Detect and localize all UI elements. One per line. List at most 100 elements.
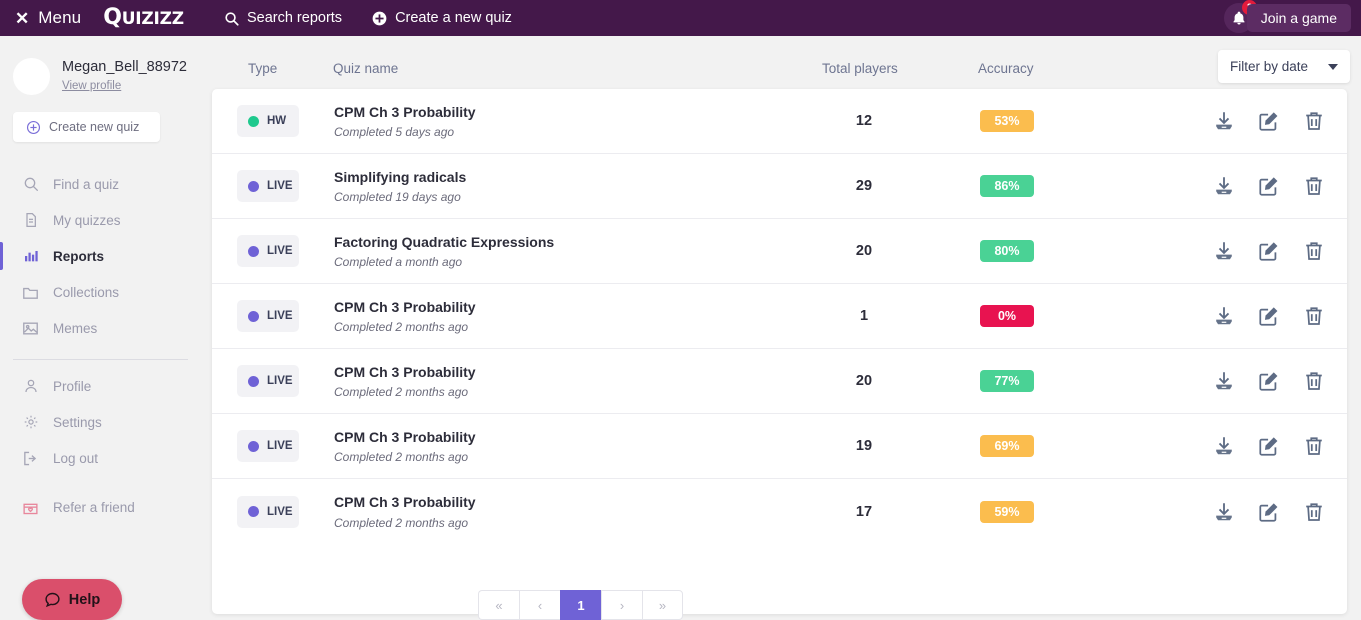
column-header-quiz-name: Quiz name — [333, 60, 399, 76]
delete-icon[interactable] — [1303, 435, 1325, 457]
quiz-name: CPM Ch 3 Probability — [334, 363, 476, 380]
type-badge: LIVE — [237, 430, 299, 462]
table-row[interactable]: LIVE CPM Ch 3 Probability Completed 2 mont… — [212, 479, 1347, 544]
table-row[interactable]: LIVE CPM Ch 3 Probability Completed 2 mont… — [212, 284, 1347, 349]
edit-icon[interactable] — [1258, 435, 1280, 457]
type-badge: LIVE — [237, 365, 299, 397]
table-row[interactable]: LIVE Factoring Quadratic Expressions Compl… — [212, 219, 1347, 284]
sidebar-divider — [13, 359, 188, 360]
type-badge: LIVE — [237, 235, 299, 267]
total-players-value: 17 — [855, 503, 873, 520]
sidebar-item-reports[interactable]: Reports — [0, 238, 200, 274]
top-navigation-bar: ✕ Menu QUIZIZZ Search reports Create a n… — [0, 0, 1361, 36]
pagination-last-button[interactable]: » — [642, 590, 683, 620]
delete-icon[interactable] — [1303, 501, 1325, 523]
pagination-next-button[interactable]: › — [601, 590, 642, 620]
edit-icon[interactable] — [1258, 175, 1280, 197]
image-icon — [22, 320, 39, 337]
type-label: HW — [267, 115, 287, 127]
total-players-value: 29 — [855, 178, 873, 194]
type-badge: LIVE — [237, 495, 299, 528]
sidebar-item-profile[interactable]: Profile — [0, 368, 200, 404]
total-players-value: 20 — [855, 243, 873, 259]
quiz-name: CPM Ch 3 Probability — [334, 428, 476, 445]
sidebar-navigation: Find a quiz My quizzes Reports Collectio… — [0, 166, 200, 525]
edit-icon[interactable] — [1258, 110, 1280, 132]
chevron-down-icon — [1328, 63, 1338, 70]
sidebar-item-refer-a-friend[interactable]: Refer a friend — [0, 489, 200, 525]
pagination-page-1[interactable]: 1 — [560, 590, 601, 620]
edit-icon[interactable] — [1258, 501, 1280, 523]
edit-icon[interactable] — [1258, 305, 1280, 327]
sidebar-item-label: My quizzes — [53, 212, 121, 228]
delete-icon[interactable] — [1303, 175, 1325, 197]
filter-by-date-dropdown[interactable]: Filter by date — [1218, 50, 1350, 83]
pagination-prev-button[interactable]: ‹ — [519, 590, 560, 620]
row-actions — [1213, 240, 1325, 262]
sidebar-item-my-quizzes[interactable]: My quizzes — [0, 202, 200, 238]
sidebar-item-log-out[interactable]: Log out — [0, 440, 200, 476]
table-row[interactable]: LIVE Simplifying radicals Completed 19 day… — [212, 154, 1347, 219]
table-row[interactable]: LIVE CPM Ch 3 Probability Completed 2 mont… — [212, 349, 1347, 414]
quiz-completed-time: Completed 2 months ago — [334, 320, 469, 335]
sidebar-item-label: Memes — [53, 320, 98, 336]
view-profile-link[interactable]: View profile — [62, 80, 121, 92]
delete-icon[interactable] — [1303, 305, 1325, 327]
quiz-info: Simplifying radicals Completed 19 days ag… — [334, 168, 466, 204]
pagination-first-button[interactable]: « — [478, 590, 519, 620]
sidebar-item-label: Find a quiz — [53, 176, 120, 192]
download-icon[interactable] — [1213, 501, 1235, 523]
table-row[interactable]: LIVE CPM Ch 3 Probability Completed 2 mont… — [212, 414, 1347, 479]
sidebar-item-memes[interactable]: Memes — [0, 310, 200, 346]
create-new-quiz-button[interactable]: Create new quiz — [13, 112, 160, 142]
type-label: LIVE — [267, 440, 293, 452]
join-a-game-button[interactable]: Join a game — [1246, 4, 1351, 32]
delete-icon[interactable] — [1303, 240, 1325, 262]
download-icon[interactable] — [1213, 370, 1235, 392]
quizizz-logo[interactable]: QUIZIZZ — [103, 5, 184, 30]
type-label: LIVE — [267, 375, 293, 387]
plus-circle-icon — [26, 120, 41, 135]
quiz-completed-time: Completed 2 months ago — [334, 385, 469, 400]
quiz-name: CPM Ch 3 Probability — [334, 494, 476, 511]
total-players-value: 12 — [855, 113, 873, 129]
quiz-info: CPM Ch 3 Probability Completed 2 months a… — [334, 428, 476, 464]
quiz-completed-time: Completed a month ago — [334, 255, 463, 270]
table-row[interactable]: HW CPM Ch 3 Probability Completed 5 days a… — [212, 89, 1347, 154]
type-label: LIVE — [267, 245, 293, 257]
document-icon — [22, 212, 39, 228]
sidebar-item-settings[interactable]: Settings — [0, 404, 200, 440]
edit-icon[interactable] — [1258, 370, 1280, 392]
logout-icon — [22, 450, 39, 467]
accuracy-badge: 86% — [980, 175, 1034, 197]
accuracy-badge: 80% — [980, 240, 1034, 262]
help-button[interactable]: Help — [22, 579, 122, 620]
search-reports-label: Search reports — [246, 10, 343, 26]
type-status-dot — [248, 310, 259, 322]
type-status-dot — [248, 375, 259, 387]
download-icon[interactable] — [1213, 240, 1235, 262]
create-new-quiz-link[interactable]: Create a new quiz — [372, 10, 512, 26]
accuracy-badge: 0% — [980, 305, 1034, 327]
user-icon — [22, 378, 39, 394]
sidebar-item-collections[interactable]: Collections — [0, 274, 200, 310]
quiz-info: Factoring Quadratic Expressions Completed… — [334, 233, 554, 269]
download-icon[interactable] — [1213, 305, 1235, 327]
quiz-completed-time: Completed 2 months ago — [334, 450, 469, 465]
type-label: LIVE — [267, 310, 293, 322]
row-actions — [1213, 370, 1325, 392]
row-actions — [1213, 435, 1325, 457]
reports-table: HW CPM Ch 3 Probability Completed 5 days a… — [212, 89, 1347, 614]
menu-toggle-button[interactable]: ✕ Menu — [15, 8, 81, 28]
user-profile-block: Megan_Bell_88972 View profile — [0, 36, 200, 95]
delete-icon[interactable] — [1303, 110, 1325, 132]
edit-icon[interactable] — [1258, 240, 1280, 262]
search-icon — [224, 11, 239, 26]
search-reports-link[interactable]: Search reports — [224, 10, 342, 26]
delete-icon[interactable] — [1303, 370, 1325, 392]
download-icon[interactable] — [1213, 110, 1235, 132]
download-icon[interactable] — [1213, 175, 1235, 197]
download-icon[interactable] — [1213, 435, 1235, 457]
avatar[interactable] — [13, 58, 50, 95]
sidebar-item-find-a-quiz[interactable]: Find a quiz — [0, 166, 200, 202]
